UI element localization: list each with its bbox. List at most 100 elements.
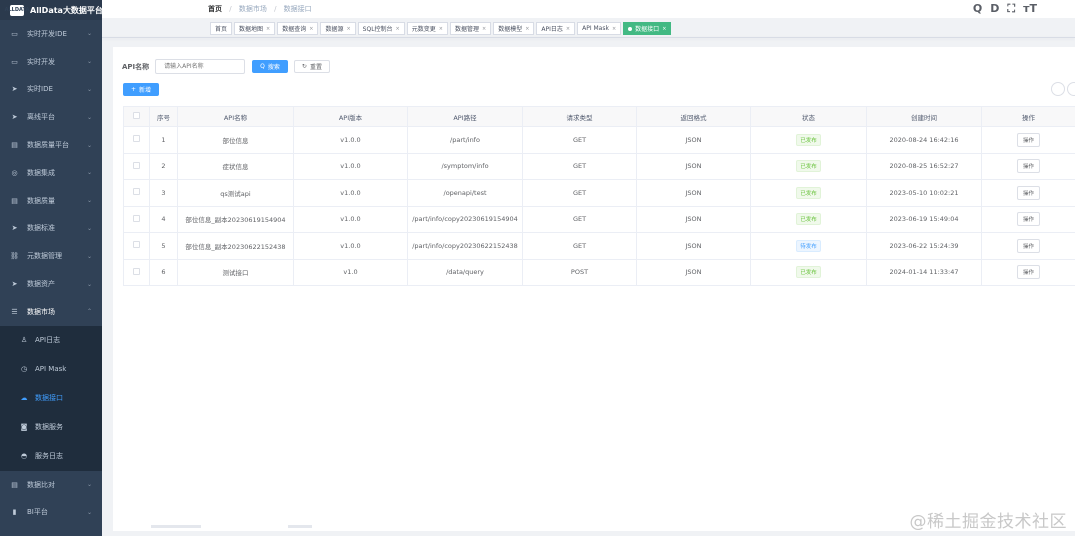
cell-api-name: 测试接口 [177, 259, 294, 286]
row-checkbox[interactable] [133, 214, 140, 222]
sidebar-item[interactable]: ◷ API Mask [0, 354, 102, 384]
scrollbar-thumb[interactable] [288, 525, 312, 528]
sidebar-item-label: 数据资产 [27, 280, 55, 289]
cell-return-format: JSON [636, 153, 751, 180]
tags-divider [102, 37, 1075, 38]
tab-0[interactable]: 首页 [210, 22, 233, 35]
row-checkbox[interactable] [133, 135, 140, 143]
header-actions: 操作 [981, 106, 1075, 127]
row-action-button[interactable]: 操作 [1016, 238, 1040, 253]
row-action-button[interactable]: 操作 [1016, 159, 1040, 174]
logo[interactable]: ALLDATA AllData大数据平台 [0, 0, 103, 20]
send-icon: ➤ [11, 85, 18, 94]
sidebar-item[interactable]: ▮ BI平台 ⌄ [0, 499, 102, 527]
car-icon: ◙ [20, 423, 28, 432]
cell-return-format: JSON [636, 179, 751, 207]
sidebar-item[interactable]: ▭ 实时开发IDE ⌄ [0, 20, 102, 48]
sidebar-item[interactable]: ◓ 服务日志 [0, 441, 102, 471]
cell-actions: 操作 [981, 153, 1075, 180]
sidebar-item[interactable]: ☰ 数据市场 ⌃ [0, 298, 102, 326]
close-icon[interactable]: × [439, 26, 443, 32]
sidebar-item[interactable]: ☁ 数据接口 [0, 383, 102, 413]
tab-3[interactable]: 数据源 × [320, 22, 356, 35]
tab-7[interactable]: 数据模型 × [493, 22, 535, 35]
cell-index: 1 [149, 126, 178, 154]
scrollbar[interactable] [151, 525, 201, 528]
document-icon: ▤ [11, 196, 18, 205]
sidebar-item-label: 实时IDE [27, 85, 53, 94]
close-icon[interactable]: × [396, 26, 400, 32]
breadcrumb-item-market[interactable]: 数据市场 [239, 5, 267, 13]
header-index: 序号 [149, 106, 178, 127]
sidebar-item[interactable]: ➤ 离线平台 ⌄ [0, 103, 102, 131]
row-checkbox[interactable] [133, 161, 140, 169]
document-icon[interactable]: D [990, 2, 999, 16]
sidebar-item[interactable]: ➤ 实时IDE ⌄ [0, 76, 102, 104]
close-icon[interactable]: × [309, 26, 313, 32]
close-icon[interactable]: × [346, 26, 350, 32]
sidebar-item[interactable]: ➤ 数据标准 ⌄ [0, 215, 102, 243]
status-badge: 已发布 [796, 160, 821, 173]
plus-icon: + [131, 86, 137, 93]
header-select[interactable] [123, 106, 150, 127]
row-checkbox[interactable] [133, 241, 140, 249]
fullscreen-icon[interactable]: ⛶ [1007, 2, 1015, 16]
close-icon[interactable]: × [525, 26, 529, 32]
reset-button[interactable]: ↻ 重置 [293, 60, 330, 73]
close-icon[interactable]: × [566, 26, 570, 32]
close-icon[interactable]: × [266, 26, 270, 32]
font-size-icon[interactable]: ᴛT [1023, 2, 1037, 16]
api-table: 序号 API名称 API版本 API路径 请求类型 返回格式 状态 创建时间 操… [123, 106, 1075, 286]
sidebar-item[interactable]: ♙ API日志 [0, 325, 102, 355]
row-action-button[interactable]: 操作 [1016, 185, 1040, 200]
tab-1[interactable]: 数据地图 × [234, 22, 276, 35]
search-button[interactable]: Q 搜索 [252, 60, 288, 73]
document-icon: ▤ [11, 141, 18, 150]
close-icon[interactable]: × [612, 26, 616, 32]
row-action-button[interactable]: 操作 [1016, 132, 1040, 147]
chevron-icon: ⌄ [86, 85, 92, 93]
navbar: 首页 / 数据市场 / 数据接口 Q D ⛶ ᴛT [102, 0, 1075, 18]
cell-actions: 操作 [981, 206, 1075, 233]
row-action-button[interactable]: 操作 [1016, 212, 1040, 227]
sidebar-item-label: 数据比对 [27, 480, 55, 489]
cell-api-version: v1.0.0 [293, 153, 408, 180]
sidebar-item[interactable]: ◙ 数据服务 [0, 412, 102, 442]
tab-6[interactable]: 数据管理 × [449, 22, 492, 35]
row-checkbox[interactable] [133, 188, 140, 196]
cell-api-name: 症状信息 [177, 153, 294, 180]
tab-4[interactable]: SQL控制台 × [357, 22, 405, 35]
row-action-button[interactable]: 操作 [1016, 265, 1040, 280]
api-name-input[interactable] [155, 59, 246, 74]
refresh-table-button[interactable] [1067, 82, 1075, 96]
cell-created-time: 2024-01-14 11:33:47 [866, 259, 982, 286]
sidebar-item[interactable]: ➤ 数据资产 ⌄ [0, 270, 102, 298]
sidebar-item-label: API Mask [35, 365, 67, 374]
tab-label: API日志 [541, 26, 563, 33]
row-checkbox[interactable] [133, 267, 140, 275]
sidebar-item-label: 数据质量平台 [27, 141, 69, 150]
send-icon: ➤ [11, 224, 18, 233]
tab-8[interactable]: API日志 × [536, 22, 576, 35]
close-icon[interactable]: × [482, 26, 486, 32]
search-form: API名称 Q 搜索 ↻ 重置 [122, 59, 330, 74]
sidebar-item[interactable]: ▤ 数据质量 ⌄ [0, 187, 102, 215]
search-icon[interactable]: Q [973, 2, 982, 16]
sidebar-item[interactable]: ⛓ 元数据管理 ⌄ [0, 242, 102, 270]
toggle-search-button[interactable] [1051, 82, 1065, 96]
cell-return-format: JSON [636, 206, 751, 233]
tab-9[interactable]: API Mask × [577, 22, 622, 35]
header-api-name: API名称 [177, 106, 294, 127]
sidebar-item[interactable]: ▤ 数据质量平台 ⌄ [0, 131, 102, 159]
sidebar-item[interactable]: ▭ 实时开发 ⌄ [0, 48, 102, 76]
right-toolbar [1051, 82, 1075, 96]
tab-5[interactable]: 元数变更 × [406, 22, 448, 35]
sidebar-item[interactable]: ▤ 数据比对 ⌄ [0, 471, 102, 499]
tab-2[interactable]: 数据查询 × [277, 22, 319, 35]
add-button[interactable]: + 新增 [123, 83, 160, 96]
close-icon[interactable]: × [662, 26, 666, 32]
tab-10[interactable]: 数据接口 × [623, 22, 672, 35]
breadcrumb-item-home[interactable]: 首页 [208, 5, 222, 13]
select-all-checkbox[interactable] [133, 112, 140, 119]
sidebar-item[interactable]: ◎ 数据集成 ⌄ [0, 159, 102, 187]
